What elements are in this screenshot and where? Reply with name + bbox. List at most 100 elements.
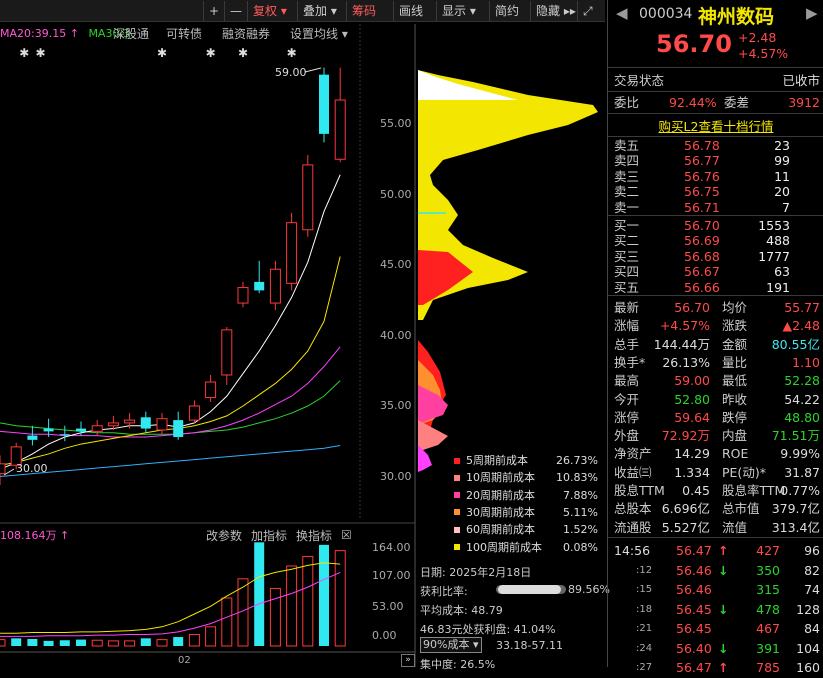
tick-volume: 350 [756, 562, 780, 578]
level-label: 卖五 [614, 138, 640, 153]
quote-panel: ◀ 000034 神州数码 ▶ 56.70 +2.48 +4.57% 交易状态 已… [607, 0, 823, 675]
level-label: 买四 [614, 264, 640, 280]
field-label: 流值 [722, 519, 748, 535]
sell-level[interactable]: 卖三 56.76 11 [614, 169, 820, 184]
tick-price: 56.47 [676, 660, 712, 675]
tick-arrow-icon: ↓ [718, 562, 729, 578]
tick-count: 84 [804, 621, 820, 636]
next-stock-icon[interactable]: ▶ [806, 4, 818, 22]
buy-level[interactable]: 买二 56.69 488 [614, 233, 820, 248]
cyq-legend-item: 60周期前成本 1.52% [448, 521, 598, 538]
level-volume: 191 [766, 279, 790, 295]
level-price: 56.68 [684, 248, 720, 264]
volume-tick: 164.00 [372, 541, 411, 554]
price-tick: 35.00 [380, 399, 412, 412]
level-volume: 20 [774, 184, 790, 200]
volume-bar [91, 639, 103, 647]
tick-count: 160 [796, 660, 820, 675]
sell-level[interactable]: 卖一 56.71 7 [614, 200, 820, 215]
volume-bar [286, 565, 298, 647]
sell-level[interactable]: 卖五 56.78 23 [614, 138, 820, 153]
tick-arrow-icon: ↓ [718, 640, 729, 656]
tick-row: :27 56.47 ↑ 785 160 [614, 657, 820, 678]
vol-add-indicator-button[interactable]: 加指标 [251, 528, 287, 544]
tick-volume: 785 [756, 660, 780, 675]
field-label: 流通股 [614, 519, 652, 535]
volume-bar [302, 555, 314, 647]
price-tick: 45.00 [380, 258, 412, 271]
vol-switch-indicator-button[interactable]: 换指标 [296, 528, 332, 544]
buy-level[interactable]: 买四 56.67 63 [614, 264, 820, 279]
buy-level[interactable]: 买一 56.70 1553 [614, 218, 820, 233]
volume-bar [107, 640, 119, 647]
level-volume: 1553 [758, 218, 790, 233]
volume-bar [27, 638, 38, 646]
event-star-icon[interactable]: ✱ [19, 46, 29, 60]
legend-swatch-icon [454, 457, 460, 464]
tick-time: :24 [636, 642, 653, 654]
buy-level[interactable]: 买五 56.66 191 [614, 280, 820, 295]
tick-count: 74 [804, 582, 820, 597]
status-label: 交易状态 [614, 73, 665, 88]
event-star-icon[interactable]: ✱ [238, 46, 248, 60]
vol-close-icon[interactable]: ☒ [341, 527, 352, 543]
volume-bar [173, 637, 184, 646]
prev-stock-icon[interactable]: ◀ [616, 4, 628, 22]
volume-bar [221, 597, 233, 647]
level-label: 买三 [614, 248, 640, 264]
sell-level[interactable]: 卖四 56.77 99 [614, 153, 820, 168]
event-star-icon[interactable]: ✱ [206, 46, 216, 60]
tick-count: 96 [804, 543, 820, 558]
tick-price: 56.45 [676, 621, 712, 636]
cyq-profit-value: 89.56% [568, 583, 610, 596]
tick-time: :27 [636, 662, 653, 673]
price-tick: 30.00 [380, 469, 412, 483]
sell-level[interactable]: 卖二 56.75 20 [614, 184, 820, 199]
volume-bar [205, 626, 217, 647]
legend-value: 5.11% [563, 505, 598, 519]
price-tick: 55.00 [380, 117, 412, 130]
candle [269, 260, 281, 311]
l2-link[interactable]: 购买L2查看十档行情 [608, 116, 823, 135]
level-price: 56.77 [684, 153, 720, 169]
level-price: 56.71 [684, 199, 720, 215]
legend-label: 30周期前成本 [466, 505, 535, 519]
price-change-pct: +4.57% [738, 46, 789, 61]
event-star-icon[interactable]: ✱ [157, 46, 167, 60]
cyq-range-select[interactable]: 90%成本 ▾ [420, 637, 482, 653]
tick-volume: 391 [756, 640, 780, 656]
high-pointer [304, 67, 322, 73]
tick-volume: 427 [756, 543, 780, 558]
volume-bar [334, 550, 346, 647]
tick-arrow-icon: ↑ [718, 543, 729, 558]
cyq-profit-bar [496, 585, 566, 594]
chip-distribution [418, 70, 598, 472]
price-tick: 40.00 [380, 328, 412, 342]
legend-swatch-icon [454, 544, 460, 550]
chip-pink-10 [418, 420, 448, 452]
buy-level[interactable]: 买三 56.68 1777 [614, 249, 820, 264]
level-label: 卖三 [614, 168, 640, 184]
level-price: 56.67 [684, 264, 720, 280]
level-price: 56.69 [684, 233, 720, 249]
legend-swatch-icon [454, 526, 460, 533]
volume-tick: 107.00 [372, 569, 411, 582]
level-price: 56.76 [684, 168, 720, 184]
cyq-legend-item: 30周期前成本 5.11% [448, 504, 598, 521]
legend-label: 5周期前成本 [466, 454, 528, 467]
level-volume: 99 [774, 153, 790, 169]
level-volume: 7 [782, 199, 790, 215]
vol-change-params-button[interactable]: 改参数 [206, 528, 242, 544]
tick-time: :12 [636, 564, 653, 576]
event-star-icon[interactable]: ✱ [35, 46, 45, 60]
candle [254, 260, 265, 294]
volume-bar [254, 542, 265, 646]
tick-row: :12 56.46 ↓ 350 82 [614, 560, 820, 581]
event-star-icon[interactable]: ✱ [287, 46, 297, 60]
expand-icon[interactable]: » [401, 654, 415, 667]
level-volume: 1777 [758, 248, 790, 264]
cyq-legend-item: 100周期前成本 0.08% [448, 539, 598, 556]
wb-value: 92.44% [669, 95, 717, 110]
tick-price: 56.45 [676, 601, 712, 617]
candle [27, 425, 38, 446]
